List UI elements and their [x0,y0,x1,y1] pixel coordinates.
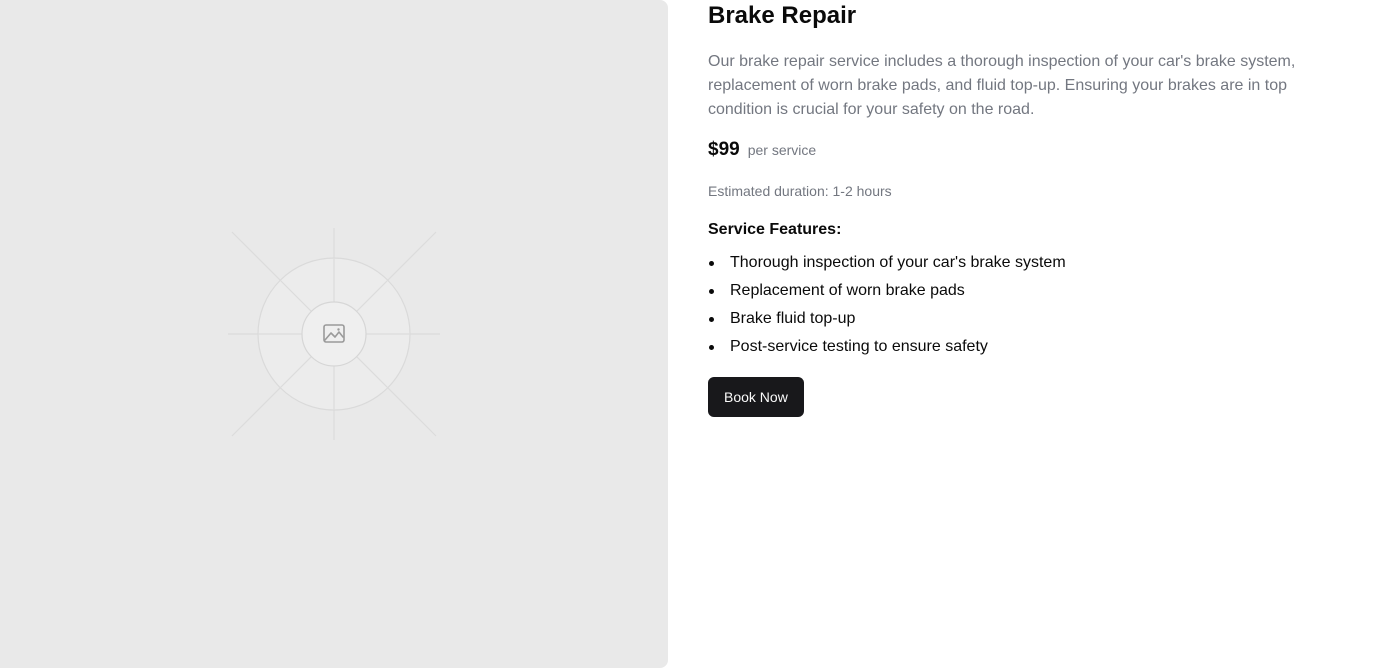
list-item: Brake fluid top-up [708,305,1348,333]
service-title: Brake Repair [708,2,857,29]
bullet-icon [709,289,714,294]
service-details: Brake Repair Our brake repair service in… [708,0,1348,417]
feature-text: Brake fluid top-up [730,310,856,327]
bullet-icon [709,345,714,350]
features-heading: Service Features: [708,221,842,238]
feature-text: Replacement of worn brake pads [730,282,965,299]
service-detail-page: Brake Repair Our brake repair service in… [0,0,1376,668]
feature-text: Thorough inspection of your car's brake … [730,254,1066,271]
bullet-icon [709,261,714,266]
image-placeholder-graphic [228,228,440,440]
feature-text: Post-service testing to ensure safety [730,338,988,355]
service-price: $99 [708,139,740,160]
bullet-icon [709,317,714,322]
list-item: Replacement of worn brake pads [708,277,1348,305]
service-image-placeholder [0,0,668,668]
price-unit: per service [747,142,817,158]
estimated-duration: Estimated duration: 1-2 hours [708,183,892,199]
list-item: Post-service testing to ensure safety [708,333,1348,361]
list-item: Thorough inspection of your car's brake … [708,249,1348,277]
features-list: Thorough inspection of your car's brake … [708,249,1348,361]
book-now-button[interactable]: Book Now [708,377,804,417]
price-row: $99 per service [708,139,1348,161]
service-description: Our brake repair service includes a thor… [708,53,1296,118]
